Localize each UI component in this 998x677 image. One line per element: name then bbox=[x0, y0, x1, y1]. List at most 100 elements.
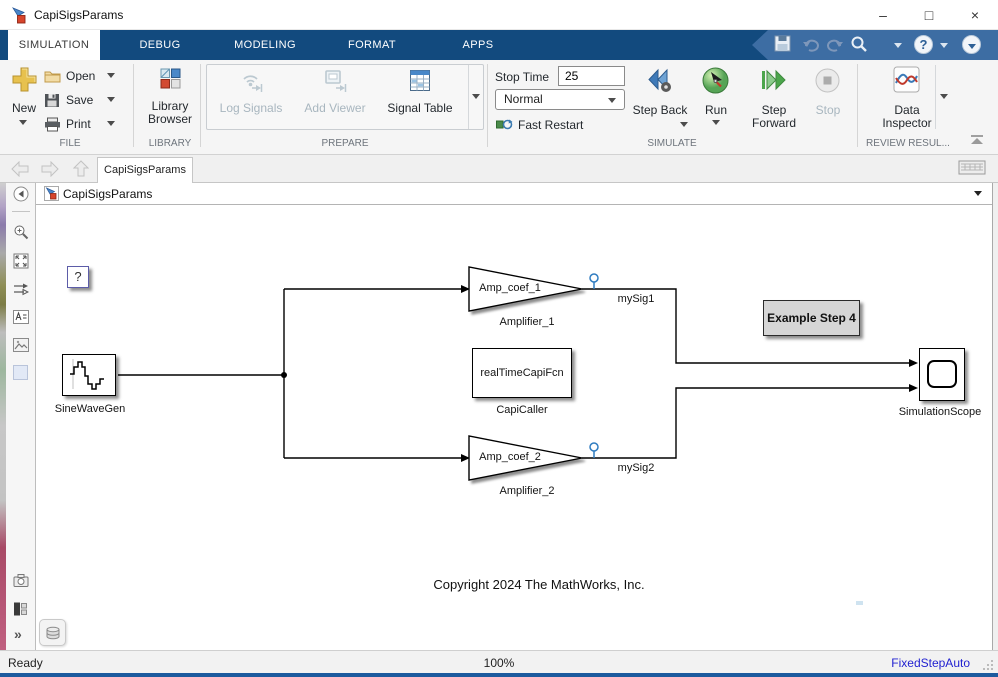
log-signals-button[interactable]: Log Signals bbox=[216, 102, 286, 115]
zoom-level: 100% bbox=[0, 656, 998, 670]
simulink-app-icon bbox=[11, 7, 28, 24]
annotation-note[interactable]: Example Step 4 bbox=[763, 300, 860, 336]
print-button[interactable]: Print bbox=[66, 117, 91, 131]
breadcrumb-dropdown-caret[interactable] bbox=[974, 191, 982, 196]
search-dropdown-caret[interactable] bbox=[894, 43, 902, 48]
scope-block[interactable] bbox=[919, 348, 965, 401]
image-icon[interactable] bbox=[13, 337, 29, 353]
open-button[interactable]: Open bbox=[66, 69, 95, 83]
document-tab[interactable]: CapiSigsParams bbox=[97, 157, 193, 183]
sine-wave-block[interactable] bbox=[62, 354, 116, 396]
panel-icon[interactable] bbox=[13, 601, 29, 617]
new-dropdown-caret[interactable] bbox=[19, 120, 27, 125]
zoom-region-icon[interactable] bbox=[13, 224, 29, 240]
review-dropdown-caret[interactable] bbox=[940, 94, 948, 99]
review-section-label: REVIEW RESUL... bbox=[862, 138, 954, 149]
stop-button: Stop bbox=[806, 104, 850, 117]
run-icon[interactable] bbox=[701, 66, 730, 95]
screenshot-icon[interactable] bbox=[13, 573, 29, 589]
undo-icon bbox=[802, 35, 822, 55]
logged-signal-badge-2 bbox=[590, 443, 598, 458]
save-dropdown-caret[interactable] bbox=[107, 97, 115, 102]
capi-caller-label: CapiCaller bbox=[482, 404, 562, 416]
amp2-gain-text: Amp_coef_2 bbox=[473, 451, 547, 463]
step-back-icon bbox=[646, 66, 675, 95]
resize-grip[interactable] bbox=[982, 659, 994, 671]
save-button[interactable]: Save bbox=[66, 93, 93, 107]
stop-time-input[interactable] bbox=[558, 66, 625, 86]
open-dropdown-caret[interactable] bbox=[107, 73, 115, 78]
logged-signal-badge-1 bbox=[590, 274, 598, 289]
ribbon: New Open Save Print FILE Library Browser… bbox=[0, 60, 998, 155]
tab-modeling[interactable]: MODELING bbox=[225, 30, 305, 60]
step-forward-icon[interactable] bbox=[759, 66, 788, 95]
scope-screen bbox=[927, 360, 957, 388]
title-bar: CapiSigsParams – □ × bbox=[0, 0, 998, 30]
search-icon[interactable] bbox=[850, 35, 870, 55]
signal-routing-icon[interactable] bbox=[13, 281, 29, 297]
model-data-button[interactable] bbox=[39, 619, 66, 646]
step-back-button[interactable]: Step Back bbox=[632, 104, 688, 117]
editor-area: CapiSigsParams bbox=[36, 183, 993, 650]
tab-simulation[interactable]: SIMULATION bbox=[8, 30, 100, 60]
new-button[interactable]: New bbox=[4, 102, 44, 115]
diagram-canvas[interactable]: ? SineWaveGen Amp_coef_1 Amplifier_1 myS… bbox=[36, 205, 992, 650]
breadcrumb-model-name[interactable]: CapiSigsParams bbox=[63, 187, 152, 201]
selection-artifact bbox=[856, 601, 863, 605]
model-icon bbox=[44, 186, 59, 201]
breadcrumb: CapiSigsParams bbox=[36, 183, 992, 205]
amp1-gain-text: Amp_coef_1 bbox=[473, 282, 547, 294]
prepare-gallery-caret[interactable] bbox=[472, 94, 480, 99]
navigation-bar: CapiSigsParams bbox=[0, 155, 998, 183]
amp1-label: Amplifier_1 bbox=[477, 316, 577, 328]
data-inspector-button[interactable]: Data Inspector bbox=[878, 104, 936, 130]
area-box-icon[interactable] bbox=[13, 365, 28, 380]
expand-palette-icon[interactable]: » bbox=[14, 626, 22, 642]
log-signals-icon bbox=[240, 69, 264, 93]
tab-apps[interactable]: APPS bbox=[452, 30, 504, 60]
amp2-label: Amplifier_2 bbox=[477, 485, 577, 497]
save-icon bbox=[44, 93, 60, 108]
step-back-caret[interactable] bbox=[680, 122, 688, 127]
signal1-name[interactable]: mySig1 bbox=[602, 293, 670, 305]
ribbon-tab-bar: SIMULATION DEBUG MODELING FORMAT APPS ? bbox=[0, 30, 998, 60]
toolstrip-options-icon[interactable] bbox=[962, 35, 981, 54]
tab-format[interactable]: FORMAT bbox=[338, 30, 406, 60]
fit-to-view-icon[interactable] bbox=[13, 253, 29, 269]
close-button[interactable]: × bbox=[952, 0, 998, 30]
scope-label: SimulationScope bbox=[881, 406, 992, 418]
step-forward-button[interactable]: Step Forward bbox=[745, 104, 803, 130]
copyright-annotation[interactable]: Copyright 2024 The MathWorks, Inc. bbox=[384, 577, 694, 592]
maximize-button[interactable]: □ bbox=[906, 0, 952, 30]
tab-debug[interactable]: DEBUG bbox=[125, 30, 195, 60]
hide-browser-icon[interactable] bbox=[13, 186, 29, 202]
help-icon[interactable]: ? bbox=[914, 35, 933, 54]
fast-restart-checkbox[interactable]: Fast Restart bbox=[518, 118, 583, 132]
run-button[interactable]: Run bbox=[695, 104, 737, 117]
minimize-button[interactable]: – bbox=[860, 0, 906, 30]
keyboard-icon[interactable] bbox=[958, 160, 986, 175]
file-section-label: FILE bbox=[28, 138, 112, 149]
new-icon[interactable] bbox=[11, 66, 38, 93]
library-browser-button[interactable]: Library Browser bbox=[136, 100, 204, 126]
add-viewer-button[interactable]: Add Viewer bbox=[300, 102, 370, 115]
stop-icon bbox=[814, 67, 841, 94]
solver-link[interactable]: FixedStepAuto bbox=[891, 656, 970, 670]
run-caret[interactable] bbox=[712, 120, 720, 125]
quick-access-toolbar: ? bbox=[752, 30, 998, 60]
signal-table-button[interactable]: Signal Table bbox=[385, 102, 455, 115]
qat-save-icon[interactable] bbox=[774, 35, 794, 55]
sim-mode-dropdown[interactable]: Normal bbox=[495, 89, 625, 110]
collapse-ribbon-icon[interactable] bbox=[968, 134, 986, 145]
window-title: CapiSigsParams bbox=[34, 8, 123, 22]
annotation-icon[interactable] bbox=[13, 309, 29, 325]
capi-caller-block[interactable]: realTimeCapiFcn bbox=[472, 348, 572, 398]
simulate-section-label: SIMULATE bbox=[622, 138, 722, 149]
sim-mode-value: Normal bbox=[504, 92, 543, 106]
unknown-block[interactable]: ? bbox=[67, 266, 89, 288]
signal-table-icon bbox=[409, 69, 431, 92]
help-dropdown-caret[interactable] bbox=[940, 43, 948, 48]
signal2-name[interactable]: mySig2 bbox=[602, 462, 670, 474]
status-bar: Ready 100% FixedStepAuto bbox=[0, 650, 998, 673]
print-dropdown-caret[interactable] bbox=[107, 121, 115, 126]
